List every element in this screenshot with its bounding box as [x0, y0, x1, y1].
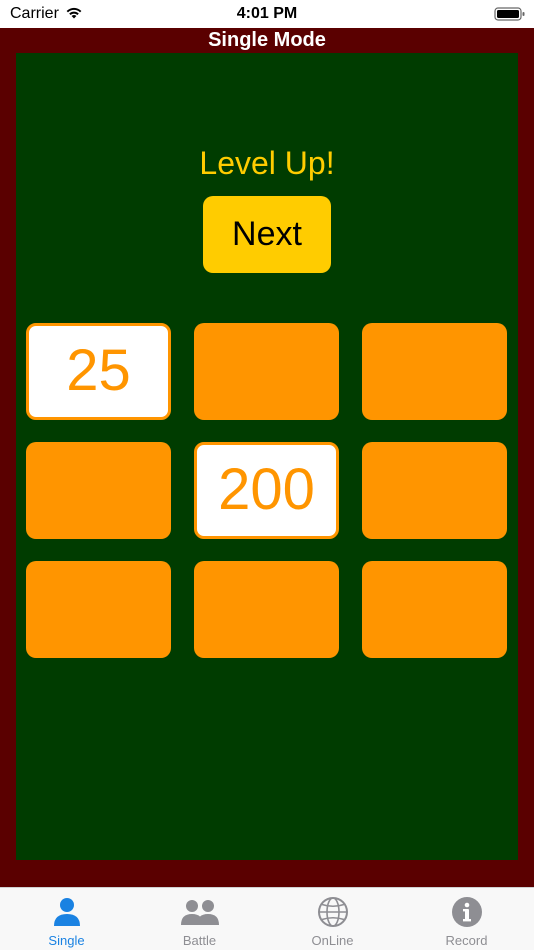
tile-value: 25: [66, 338, 131, 403]
next-button[interactable]: Next: [203, 196, 331, 273]
info-icon: [452, 897, 482, 927]
tab-battle[interactable]: Battle: [133, 888, 266, 950]
tile-r3-c1[interactable]: [26, 561, 171, 658]
tile-r1-c1[interactable]: 25: [26, 323, 171, 420]
game-board: Level Up! Next 25 200: [16, 53, 518, 860]
page-title: Single Mode: [208, 29, 326, 51]
status-bar: Carrier 4:01 PM: [0, 0, 534, 28]
tab-label: OnLine: [311, 933, 354, 948]
tab-single[interactable]: Single: [0, 888, 133, 950]
tab-label: Single: [48, 933, 85, 948]
tile-value: [194, 323, 339, 420]
battery-icon: [494, 7, 525, 21]
tile-r3-c2[interactable]: [194, 561, 339, 658]
globe-icon: [318, 897, 348, 927]
tile-r1-c3[interactable]: [362, 323, 507, 420]
tile-r2-c3[interactable]: [362, 442, 507, 539]
tab-record[interactable]: Record: [400, 888, 533, 950]
tile-r1-c2[interactable]: [194, 323, 339, 420]
people-icon: [181, 900, 219, 925]
tile-r3-c3[interactable]: [362, 561, 507, 658]
tab-label: Battle: [182, 933, 217, 948]
game-frame: Single Mode Level Up! Next 25 200: [0, 28, 534, 887]
tile-value: [362, 442, 507, 539]
level-message: Level Up!: [199, 145, 335, 181]
tab-label: Record: [445, 933, 488, 948]
person-icon: [54, 898, 80, 926]
tile-value: [194, 561, 339, 658]
tile-value: [362, 561, 507, 658]
tab-bar: Single Battle OnLine Record: [0, 887, 534, 950]
tile-value: [26, 561, 171, 658]
tile-value: 200: [218, 457, 315, 522]
status-time: 4:01 PM: [236, 5, 298, 22]
tile-r2-c2[interactable]: 200: [194, 442, 339, 539]
tile-value: [362, 323, 507, 420]
tab-online[interactable]: OnLine: [266, 888, 399, 950]
tile-r2-c1[interactable]: [26, 442, 171, 539]
tile-value: [26, 442, 171, 539]
